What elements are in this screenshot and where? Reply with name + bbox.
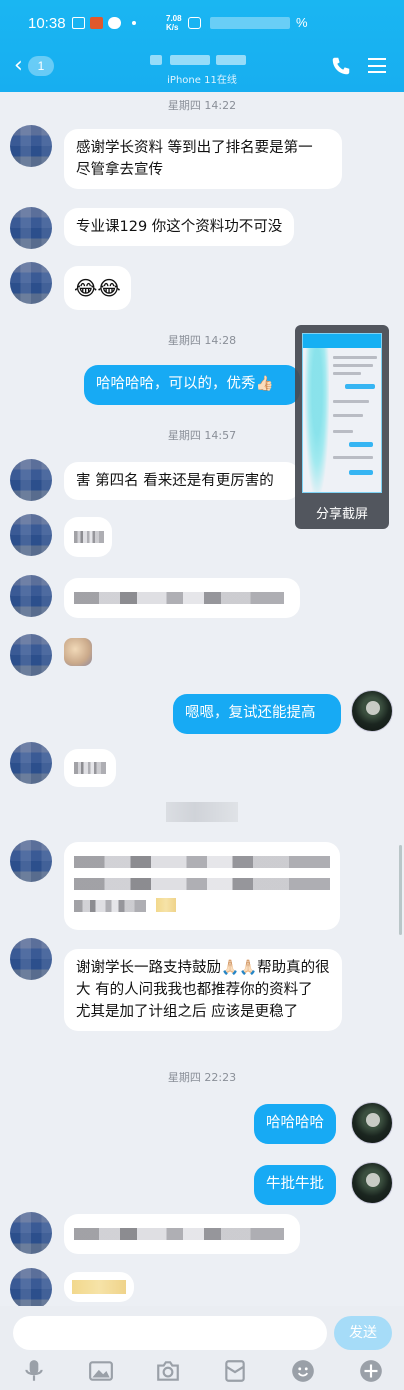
timestamp-blurred — [0, 802, 404, 824]
message-bubble-blurred[interactable] — [64, 517, 112, 557]
app-notification-icon — [90, 17, 103, 29]
message-bubble[interactable]: 谢谢学长一路支持鼓励🙏🏻🙏🏻帮助真的很大 有的人问我我也都推荐你的资料了 尤其是… — [64, 949, 342, 1031]
sticker-blurred[interactable] — [62, 636, 96, 672]
avatar[interactable] — [10, 742, 52, 784]
send-button[interactable]: 发送 — [334, 1316, 392, 1350]
message-bubble[interactable]: 害 第四名 看来还是有更厉害的 — [64, 462, 300, 500]
avatar[interactable] — [10, 459, 52, 501]
message-bubble-self[interactable]: 嗯嗯，复试还能提高 — [173, 694, 341, 734]
image-icon[interactable] — [88, 1358, 114, 1384]
avatar[interactable] — [10, 840, 52, 882]
avatar-self[interactable] — [351, 1102, 393, 1144]
camera-icon[interactable] — [155, 1358, 181, 1384]
red-packet-icon[interactable] — [222, 1358, 248, 1384]
message-bubble-blurred[interactable] — [64, 578, 300, 618]
mute-icon — [188, 17, 201, 29]
message-bubble-blurred[interactable] — [64, 1214, 300, 1254]
message-bubble-blurred[interactable] — [64, 749, 116, 787]
timestamp: 星期四 22:23 — [167, 1071, 237, 1084]
message-bubble[interactable]: 感谢学长资料 等到出了排名要是第一 尽管拿去宣传 — [64, 129, 342, 189]
message-input[interactable] — [13, 1316, 327, 1350]
scrollbar[interactable] — [399, 845, 402, 935]
avatar-self[interactable] — [351, 690, 393, 732]
signal-blurred-icon — [210, 17, 290, 29]
screenshot-thumbnail[interactable] — [302, 333, 382, 493]
contact-name-blurred — [140, 50, 270, 68]
avatar[interactable] — [10, 262, 52, 304]
avatar[interactable] — [10, 1212, 52, 1254]
network-speed: 7.08 K/s — [166, 14, 182, 32]
avatar[interactable] — [10, 207, 52, 249]
message-bubble[interactable]: 😂😂 — [64, 266, 131, 310]
timestamp: 星期四 14:22 — [167, 99, 237, 112]
battery-percent: % — [296, 15, 308, 30]
status-time: 10:38 — [28, 15, 66, 32]
dot-icon — [132, 21, 136, 25]
avatar[interactable] — [10, 125, 52, 167]
avatar[interactable] — [10, 514, 52, 556]
title-bar: 10:38 7.08 K/s % ‹ 1 iPhone 11在线 — [0, 0, 404, 92]
avatar[interactable] — [10, 1268, 52, 1310]
weibo-notification-icon — [108, 17, 121, 29]
avatar[interactable] — [10, 634, 52, 676]
avatar-self[interactable] — [351, 1162, 393, 1204]
message-bubble[interactable]: 专业课129 你这个资料功不可没 — [64, 208, 295, 246]
input-bar: 发送 — [0, 1306, 404, 1390]
plus-icon[interactable] — [358, 1358, 384, 1384]
microphone-icon[interactable] — [21, 1358, 47, 1384]
emoji-icon[interactable] — [290, 1358, 316, 1384]
message-bubble-self[interactable]: 哈哈哈哈，可以的，优秀👍🏻 — [84, 365, 300, 405]
gallery-notification-icon — [72, 17, 85, 29]
menu-icon[interactable] — [368, 58, 386, 73]
avatar[interactable] — [10, 938, 52, 980]
share-screenshot-label[interactable]: 分享截屏 — [295, 503, 389, 522]
avatar[interactable] — [10, 575, 52, 617]
message-bubble-self[interactable]: 牛批牛批 — [254, 1165, 336, 1205]
message-bubble-blurred[interactable] — [64, 1272, 134, 1302]
status-bar: 10:38 7.08 K/s % — [0, 0, 404, 44]
phone-icon[interactable] — [330, 55, 352, 77]
message-bubble-blurred[interactable] — [64, 842, 340, 930]
message-bubble-self[interactable]: 哈哈哈哈 — [254, 1104, 336, 1144]
share-screenshot-popup[interactable]: 分享截屏 — [295, 325, 389, 529]
